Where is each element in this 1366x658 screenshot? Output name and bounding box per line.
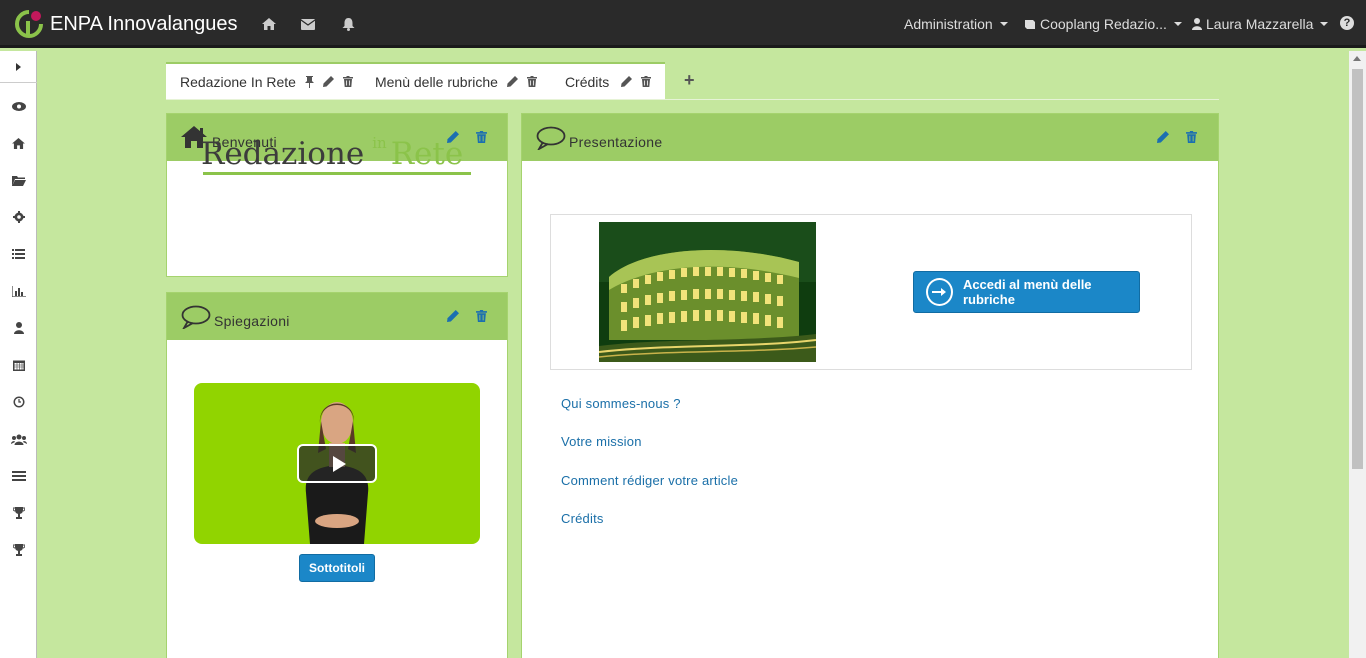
- play-button[interactable]: [297, 444, 377, 483]
- trophy-icon[interactable]: [0, 501, 37, 525]
- caret-down-icon: [1173, 22, 1182, 26]
- gear-icon[interactable]: [0, 205, 37, 229]
- envelope-icon[interactable]: [298, 14, 318, 34]
- eye-icon[interactable]: [0, 94, 37, 118]
- speech-bubble-icon: [181, 305, 211, 329]
- arrow-right-circle-icon: [926, 278, 953, 306]
- access-rubrics-label: Accedi al menù delle rubriche: [962, 277, 1092, 307]
- add-tab-button[interactable]: +: [665, 62, 713, 99]
- top-navbar: ENPA Innovalangues Administration Coopla…: [0, 0, 1366, 48]
- user-icon[interactable]: [0, 316, 37, 340]
- link-credits[interactable]: Crédits: [561, 511, 604, 526]
- pin-icon[interactable]: [304, 75, 314, 88]
- panel-title: Presentazione: [569, 134, 663, 150]
- tab-label: Redazione In Rete: [180, 73, 296, 90]
- subtitles-button[interactable]: Sottotitoli: [299, 554, 375, 582]
- chart-icon[interactable]: [0, 279, 37, 303]
- link-votre-mission[interactable]: Votre mission: [561, 434, 642, 449]
- pencil-icon[interactable]: [447, 309, 461, 323]
- user-name: Laura Mazzarella: [1206, 16, 1314, 32]
- logo-word-right: Rete: [390, 136, 464, 172]
- colosseum-image: [599, 222, 816, 362]
- page-scrollbar[interactable]: [1349, 51, 1366, 658]
- administration-menu[interactable]: Administration: [904, 0, 1008, 48]
- panel-header: Presentazione: [522, 114, 1218, 161]
- logo-underline: [203, 172, 471, 175]
- presentation-box: Accedi al menù delle rubriche: [550, 214, 1192, 370]
- brand[interactable]: ENPA Innovalangues: [14, 9, 238, 39]
- caret-down-icon: [1320, 22, 1329, 26]
- logo-word-in: in: [372, 134, 387, 152]
- help-icon[interactable]: ?: [1340, 16, 1354, 30]
- trash-icon[interactable]: [641, 76, 652, 87]
- pencil-icon[interactable]: [621, 76, 633, 87]
- tab-credits[interactable]: Crédits: [550, 62, 666, 99]
- link-qui-sommes-nous[interactable]: Qui sommes-nous ?: [561, 396, 681, 411]
- users-icon[interactable]: [0, 427, 37, 451]
- scroll-thumb[interactable]: [1352, 69, 1363, 469]
- list-icon[interactable]: [0, 242, 37, 266]
- workspace-menu[interactable]: Cooplang Redazio...: [1024, 0, 1182, 48]
- trash-icon[interactable]: [476, 309, 490, 323]
- sidebar-toggle-button[interactable]: [0, 51, 37, 83]
- logo-word-left: Redazione: [201, 136, 365, 172]
- tab-label: Menù delle rubriche: [374, 73, 498, 90]
- presentazione-panel: Presentazione Accedi al menù delle rubri…: [521, 113, 1219, 658]
- administration-label: Administration: [904, 16, 993, 32]
- workspace-label: Cooplang Redazio...: [1040, 16, 1167, 32]
- book-icon: [1025, 19, 1035, 29]
- tab-redazione-in-rete[interactable]: Redazione In Rete: [166, 62, 367, 99]
- panel-title: Spiegazioni: [214, 313, 290, 329]
- clock-icon[interactable]: [0, 390, 37, 414]
- brand-logo-icon: [15, 10, 43, 38]
- folder-icon[interactable]: [0, 168, 37, 192]
- tab-label: Crédits: [564, 73, 610, 90]
- redazione-in-rete-logo: Redazione in Rete: [201, 134, 464, 172]
- trash-icon[interactable]: [476, 130, 490, 144]
- caret-down-icon: [999, 22, 1008, 26]
- home-icon[interactable]: [259, 14, 279, 34]
- page-tabs: Redazione In Rete Menù delle rubriche Cr…: [166, 62, 713, 99]
- speech-bubble-icon: [536, 126, 566, 150]
- trash-icon[interactable]: [342, 76, 353, 87]
- trophy-icon[interactable]: [0, 538, 37, 562]
- brand-name: ENPA Innovalangues: [50, 12, 238, 35]
- link-comment-rediger[interactable]: Comment rédiger votre article: [561, 473, 738, 488]
- tabs-divider: [166, 99, 1219, 100]
- news-icon[interactable]: [0, 464, 37, 488]
- trash-icon[interactable]: [526, 76, 537, 87]
- pencil-icon[interactable]: [322, 76, 334, 87]
- benvenuti-panel: Benvenuti Redazione in Rete: [166, 113, 508, 277]
- trash-icon[interactable]: [1186, 130, 1200, 144]
- pencil-icon[interactable]: [506, 76, 518, 87]
- sidebar: [0, 51, 37, 658]
- access-rubrics-menu-button[interactable]: Accedi al menù delle rubriche: [913, 271, 1140, 313]
- panel-header: Spiegazioni: [167, 293, 507, 340]
- bell-icon[interactable]: [338, 14, 358, 34]
- scroll-up-arrow-icon[interactable]: [1353, 56, 1361, 61]
- spiegazioni-panel: Spiegazioni Sottotitoli: [166, 292, 508, 658]
- user-menu[interactable]: Laura Mazzarella: [1192, 0, 1329, 48]
- tab-menu-delle-rubriche[interactable]: Menù delle rubriche: [366, 62, 551, 99]
- user-icon: [1192, 18, 1202, 30]
- home-icon[interactable]: [0, 131, 37, 155]
- sign-language-video[interactable]: [194, 383, 480, 544]
- pencil-icon[interactable]: [1157, 130, 1171, 144]
- calendar-icon[interactable]: [0, 353, 37, 377]
